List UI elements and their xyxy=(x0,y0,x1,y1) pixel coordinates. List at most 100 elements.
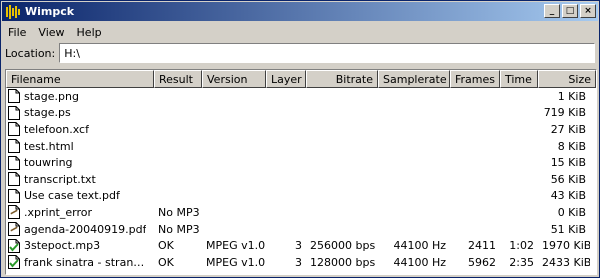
filename-cell: transcript.txt xyxy=(6,172,154,187)
frames-cell: 5962 xyxy=(468,255,496,269)
location-input[interactable] xyxy=(59,43,595,63)
close-icon: × xyxy=(584,5,592,16)
document-icon xyxy=(8,139,20,154)
size-cell: 1 KiB xyxy=(557,89,586,103)
table-row[interactable]: Use case text.pdf 43 KiB xyxy=(6,188,596,205)
document-icon xyxy=(8,155,20,170)
header-filename[interactable]: Filename xyxy=(6,70,154,88)
table-row[interactable]: agenda-20040919.pdf No MP3 51 KiB xyxy=(6,221,596,238)
error-file-icon xyxy=(8,222,20,237)
filename-cell: frank sinatra - stranger... xyxy=(6,255,154,270)
result-cell: OK xyxy=(158,239,174,253)
table-row[interactable]: test.html 8 KiB xyxy=(6,138,596,155)
result-cell: OK xyxy=(158,255,174,269)
filename-text: frank sinatra - stranger... xyxy=(24,255,150,269)
menu-help[interactable]: Help xyxy=(71,26,108,39)
frames-cell: 2411 xyxy=(468,239,496,253)
version-cell: MPEG v1.0 xyxy=(206,255,266,269)
bitrate-cell: 256000 bps xyxy=(310,239,376,253)
filename-cell: telefoon.xcf xyxy=(6,122,154,137)
close-button[interactable]: × xyxy=(580,4,596,18)
filename-cell: test.html xyxy=(6,139,154,154)
result-cell: No MP3 xyxy=(158,205,200,219)
filename-cell: 3stepoct.mp3 xyxy=(6,238,154,253)
file-rows: stage.png 1 KiB stage.ps 719 KiB telefoon.xc… xyxy=(6,88,596,271)
filename-cell: touwring xyxy=(6,155,154,170)
size-cell: 43 KiB xyxy=(550,189,586,203)
menu-view[interactable]: View xyxy=(32,26,70,39)
size-cell: 0 KiB xyxy=(557,205,586,219)
filename-cell: stage.ps xyxy=(6,105,154,120)
document-icon xyxy=(8,172,20,187)
samplerate-cell: 44100 Hz xyxy=(393,239,446,253)
table-row[interactable]: transcript.txt 56 KiB xyxy=(6,171,596,188)
maximize-button[interactable]: □ xyxy=(562,4,578,18)
layer-cell: 3 xyxy=(295,255,302,269)
minimize-button[interactable]: _ xyxy=(544,4,560,18)
filename-text: touwring xyxy=(24,156,73,170)
file-list[interactable]: Filename Result Version Layer Bitrate Sa… xyxy=(5,69,597,275)
title-bar[interactable]: Wimpck _ □ × xyxy=(2,2,598,21)
size-cell: 15 KiB xyxy=(550,156,586,170)
size-cell: 1970 KiB xyxy=(542,239,590,253)
location-bar: Location: xyxy=(5,42,595,64)
filename-cell: agenda-20040919.pdf xyxy=(6,222,154,237)
result-cell: No MP3 xyxy=(158,222,200,236)
filename-text: 3stepoct.mp3 xyxy=(24,239,101,253)
header-version[interactable]: Version xyxy=(202,70,266,88)
size-cell: 27 KiB xyxy=(550,122,586,136)
time-cell: 2:35 xyxy=(509,255,534,269)
header-bitrate[interactable]: Bitrate xyxy=(306,70,378,88)
filename-text: telefoon.xcf xyxy=(24,122,89,136)
document-icon xyxy=(8,89,20,104)
location-label: Location: xyxy=(5,46,56,60)
size-cell: 719 KiB xyxy=(543,106,586,120)
header-samplerate[interactable]: Samplerate xyxy=(378,70,450,88)
table-row[interactable]: 3stepoct.mp3 OK MPEG v1.0 3 256000 bps 44100 … xyxy=(6,237,596,254)
samplerate-cell: 44100 Hz xyxy=(393,255,446,269)
table-row[interactable]: frank sinatra - stranger... OK MPEG v1.0 3 1… xyxy=(6,254,596,271)
filename-text: stage.ps xyxy=(24,106,71,120)
document-icon xyxy=(8,188,20,203)
size-cell: 56 KiB xyxy=(550,172,586,186)
filename-cell: Use case text.pdf xyxy=(6,188,154,203)
column-header: Filename Result Version Layer Bitrate Sa… xyxy=(6,70,596,88)
filename-text: Use case text.pdf xyxy=(24,189,120,203)
bitrate-cell: 128000 bps xyxy=(310,255,376,269)
size-cell: 8 KiB xyxy=(557,139,586,153)
size-cell: 2433 KiB xyxy=(542,255,590,269)
header-size[interactable]: Size xyxy=(538,70,596,88)
layer-cell: 3 xyxy=(295,239,302,253)
table-row[interactable]: .xprint_error No MP3 0 KiB xyxy=(6,204,596,221)
header-time[interactable]: Time xyxy=(500,70,538,88)
ok-file-icon xyxy=(8,255,20,270)
filename-text: test.html xyxy=(24,139,74,153)
header-layer[interactable]: Layer xyxy=(266,70,306,88)
filename-text: agenda-20040919.pdf xyxy=(24,222,147,236)
app-icon xyxy=(5,4,21,20)
filename-text: stage.png xyxy=(24,89,79,103)
table-row[interactable]: touwring 15 KiB xyxy=(6,154,596,171)
document-icon xyxy=(8,122,20,137)
error-file-icon xyxy=(8,205,20,220)
filename-cell: .xprint_error xyxy=(6,205,154,220)
table-row[interactable]: telefoon.xcf 27 KiB xyxy=(6,121,596,138)
ok-file-icon xyxy=(8,238,20,253)
maximize-icon: □ xyxy=(565,5,575,16)
size-cell: 51 KiB xyxy=(550,222,586,236)
header-result[interactable]: Result xyxy=(154,70,202,88)
header-frames[interactable]: Frames xyxy=(450,70,500,88)
table-row[interactable]: stage.png 1 KiB xyxy=(6,88,596,105)
menu-file[interactable]: File xyxy=(2,26,32,39)
document-icon xyxy=(8,105,20,120)
time-cell: 1:02 xyxy=(509,239,534,253)
menu-bar: File View Help xyxy=(2,23,598,41)
table-row[interactable]: stage.ps 719 KiB xyxy=(6,105,596,122)
filename-text: transcript.txt xyxy=(24,172,96,186)
app-window: Wimpck _ □ × File View Help Location: Fi… xyxy=(0,0,600,278)
filename-cell: stage.png xyxy=(6,89,154,104)
filename-text: .xprint_error xyxy=(24,205,92,219)
minimize-icon: _ xyxy=(549,5,555,16)
window-title: Wimpck xyxy=(25,5,75,18)
version-cell: MPEG v1.0 xyxy=(206,239,266,253)
